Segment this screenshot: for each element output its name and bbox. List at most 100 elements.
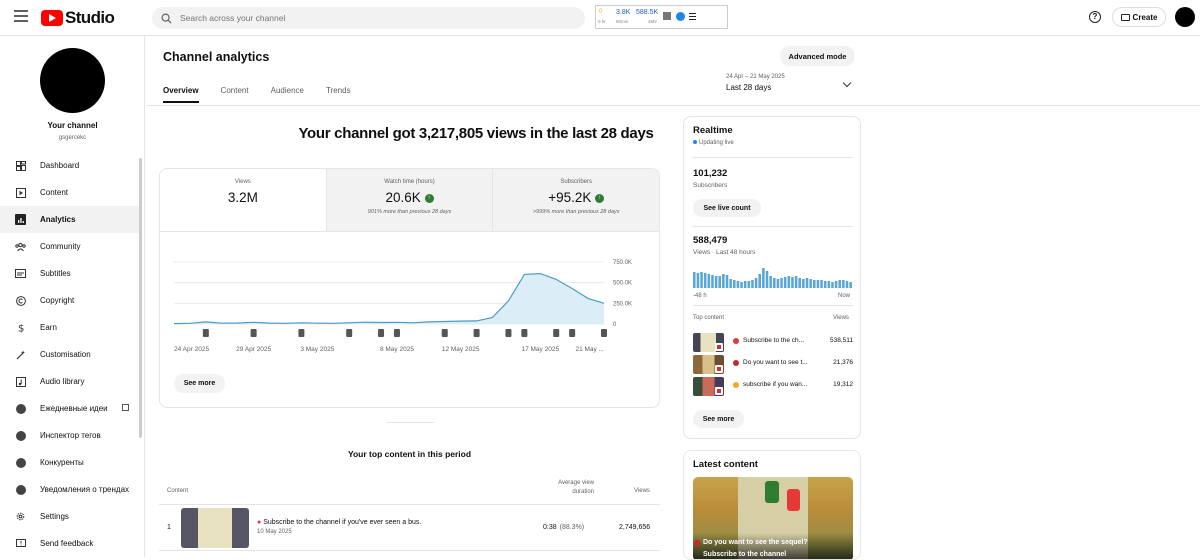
views-chart[interactable]: 750.0K 500.0K 250.0K 0 24 Apr 2025 29 Apr 202… — [172, 244, 642, 354]
realtime-bar[interactable] — [747, 281, 751, 288]
sidebar-item[interactable]: Analytics — [0, 206, 140, 233]
account-avatar[interactable] — [1175, 7, 1195, 27]
metric-subscribers[interactable]: Subscribers +95.2K ↑ >999% more than pre… — [492, 169, 659, 231]
ext-square-icon[interactable] — [663, 12, 671, 20]
realtime-bar[interactable] — [838, 280, 841, 288]
realtime-bar[interactable] — [813, 280, 816, 288]
metric-views[interactable]: Views 3.2M — [160, 169, 326, 231]
realtime-bar[interactable] — [693, 272, 696, 288]
extension-widget[interactable]: 0 3.8K 588.5K 0 hr 60min 48hr — [595, 5, 728, 29]
realtime-bar[interactable] — [805, 278, 809, 288]
realtime-bar[interactable] — [711, 275, 714, 288]
external-link-icon[interactable] — [122, 404, 129, 411]
realtime-bar[interactable] — [736, 281, 740, 288]
see-more-button[interactable]: See more — [174, 374, 225, 393]
realtime-bar[interactable] — [776, 279, 780, 288]
realtime-bar[interactable] — [827, 281, 831, 288]
ext-logo-icon[interactable] — [676, 12, 685, 21]
latest-video-thumbnail[interactable]: Do you want to see the sequel? Subscribe… — [693, 477, 853, 559]
realtime-bar[interactable] — [794, 276, 798, 288]
realtime-bar[interactable] — [751, 280, 754, 288]
ext-menu-icon[interactable] — [689, 13, 696, 22]
realtime-bar[interactable] — [758, 274, 761, 288]
see-live-count-button[interactable]: See live count — [693, 199, 761, 217]
upload-marker[interactable] — [378, 329, 385, 337]
upload-marker[interactable] — [250, 329, 257, 337]
realtime-bar[interactable] — [743, 281, 747, 288]
realtime-bar[interactable] — [820, 280, 823, 288]
realtime-bar[interactable] — [725, 275, 729, 288]
search-input[interactable] — [180, 13, 560, 23]
realtime-bar[interactable] — [802, 279, 805, 288]
menu-icon[interactable] — [14, 10, 28, 24]
sidebar-item[interactable]: Content — [0, 179, 140, 206]
upload-marker[interactable] — [553, 329, 560, 337]
tab-overview[interactable]: Overview — [163, 86, 199, 103]
upload-marker[interactable] — [202, 329, 209, 337]
tab-trends[interactable]: Trends — [326, 86, 351, 103]
tab-audience[interactable]: Audience — [271, 86, 304, 103]
upload-marker[interactable] — [298, 329, 305, 337]
search-bar[interactable] — [152, 7, 585, 29]
realtime-bar[interactable] — [791, 277, 794, 288]
realtime-bar[interactable] — [831, 282, 834, 288]
upload-marker[interactable] — [601, 329, 607, 337]
realtime-bar[interactable] — [765, 271, 769, 288]
upload-marker[interactable] — [441, 329, 448, 337]
advanced-mode-button[interactable]: Advanced mode — [780, 46, 855, 66]
upload-marker[interactable] — [521, 329, 528, 337]
realtime-bar[interactable] — [740, 282, 743, 288]
realtime-bar[interactable] — [780, 278, 783, 288]
realtime-bar[interactable] — [849, 282, 852, 288]
realtime-bar[interactable] — [754, 278, 758, 288]
table-row[interactable]: 1 ● Subscribe to the channel if you've e… — [159, 506, 660, 551]
realtime-bar[interactable] — [773, 278, 776, 288]
sidebar-item[interactable]: Community — [0, 233, 140, 260]
realtime-bar[interactable] — [729, 279, 732, 288]
list-item[interactable]: subscribe if you wan... 19,312 — [693, 377, 853, 397]
studio-logo[interactable]: Studio — [41, 8, 115, 28]
realtime-bar[interactable] — [783, 277, 787, 288]
tab-content[interactable]: Content — [221, 86, 249, 103]
list-item[interactable]: Subscribe to the ch... 538,511 — [693, 333, 853, 353]
see-more-button[interactable]: See more — [693, 410, 744, 428]
sidebar-scrollbar[interactable] — [139, 158, 142, 438]
sidebar-item[interactable]: Settings — [0, 503, 140, 530]
create-button[interactable]: Create — [1112, 7, 1166, 27]
sidebar-item[interactable]: Audio library — [0, 368, 140, 395]
realtime-bar-chart[interactable] — [693, 266, 853, 288]
sidebar-item[interactable]: Subtitles — [0, 260, 140, 287]
sidebar-item[interactable]: Ежедневные идеи — [0, 395, 140, 422]
list-item[interactable]: Do you want to see t... 21,376 — [693, 355, 853, 375]
sidebar-item[interactable]: Инспектор тегов — [0, 422, 140, 449]
realtime-bar[interactable] — [718, 276, 721, 288]
upload-marker[interactable] — [569, 329, 576, 337]
video-thumbnail[interactable] — [181, 508, 249, 548]
upload-marker[interactable] — [346, 329, 353, 337]
realtime-bar[interactable] — [762, 268, 765, 288]
upload-marker[interactable] — [473, 329, 480, 337]
realtime-bar[interactable] — [816, 280, 820, 288]
realtime-bar[interactable] — [823, 281, 827, 288]
sidebar-item[interactable]: Dashboard — [0, 152, 140, 179]
realtime-bar[interactable] — [798, 278, 801, 288]
upload-marker[interactable] — [505, 329, 512, 337]
realtime-bar[interactable] — [703, 273, 707, 288]
sidebar-item[interactable]: $ Earn — [0, 314, 140, 341]
help-icon[interactable]: ? — [1089, 11, 1101, 23]
realtime-bar[interactable] — [834, 281, 838, 288]
metric-watch-time[interactable]: Watch time (hours) 20.6K ↑ 901% more tha… — [325, 169, 493, 231]
realtime-bar[interactable] — [845, 281, 849, 288]
realtime-bar[interactable] — [700, 272, 703, 288]
channel-avatar[interactable] — [40, 48, 105, 113]
sidebar-item[interactable]: Send feedback — [0, 530, 140, 557]
sidebar-item[interactable]: Конкуренты — [0, 449, 140, 476]
realtime-bar[interactable] — [733, 280, 736, 288]
realtime-bar[interactable] — [842, 280, 845, 288]
video-title[interactable]: ● Subscribe to the channel if you've eve… — [257, 519, 421, 526]
realtime-bar[interactable] — [769, 276, 772, 288]
realtime-bar[interactable] — [787, 276, 791, 288]
realtime-bar[interactable] — [722, 274, 725, 288]
realtime-bar[interactable] — [696, 273, 700, 288]
upload-marker[interactable] — [393, 329, 400, 337]
